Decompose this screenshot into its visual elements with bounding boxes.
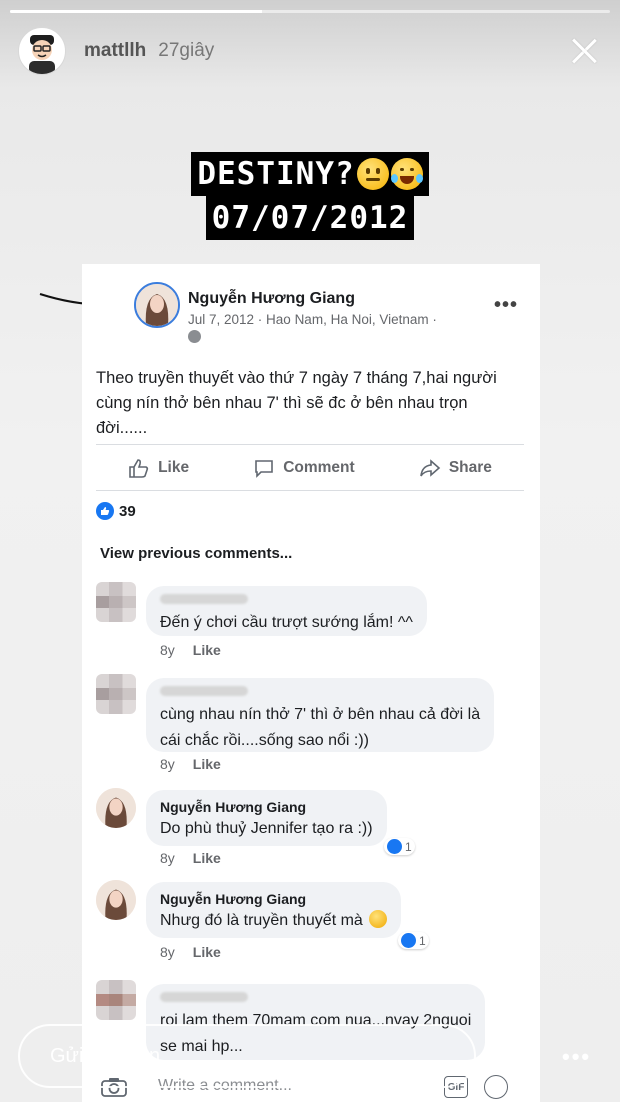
caption-line-1: DESTINY? (191, 152, 429, 196)
comment-age: 8y (160, 642, 175, 658)
blurred-commenter-name (160, 686, 248, 696)
comment-text: Do phù thuỷ Jennifer tạo ra :)) (160, 820, 373, 837)
like-reaction-icon (401, 933, 416, 948)
comment-reaction-badge[interactable]: 1 (384, 838, 415, 855)
comment-bubble-icon (255, 460, 274, 478)
comment-item: Đến ý chơi cầu trượt sướng lắm! ^^ 8y Lik… (96, 582, 532, 672)
post-actions: Like Comment Share (96, 448, 524, 488)
comment-meta: 8y Like (160, 850, 221, 866)
commenter-name[interactable]: Nguyễn Hương Giang (160, 890, 387, 908)
reaction-count: 39 (119, 502, 136, 520)
post-meta: Jul 7, 2012 · Hao Nam, Ha Noi, Vietnam · (188, 312, 437, 327)
like-button[interactable]: Like (128, 458, 189, 478)
like-reaction-icon (387, 839, 402, 854)
close-icon[interactable] (566, 33, 602, 69)
emoji-picker-icon[interactable] (484, 1075, 508, 1099)
comment-like-link[interactable]: Like (193, 944, 221, 960)
reaction-summary[interactable]: 39 (96, 502, 136, 520)
post-author-name[interactable]: Nguyễn Hương Giang (188, 290, 355, 308)
laughing-tears-emoji-icon (390, 158, 423, 190)
story-progress-fill (10, 10, 262, 13)
comment-meta: 8y Like (160, 756, 221, 772)
comment-text-line-1: cùng nhau nín thở 7' thì ở bên nhau cả đ… (160, 706, 481, 723)
user-avatar[interactable] (18, 27, 66, 75)
send-icon[interactable] (502, 1038, 540, 1076)
comment-reaction-badge[interactable]: 1 (398, 932, 429, 949)
comment-age: 8y (160, 756, 175, 772)
comment-age: 8y (160, 850, 175, 866)
comment-bubble: Nguyễn Hương Giang Nhưg đó là truyền thu… (146, 882, 402, 938)
blurred-commenter-avatar (96, 980, 136, 1020)
comment-like-link[interactable]: Like (193, 756, 221, 772)
commenter-avatar[interactable] (96, 788, 136, 828)
blurred-commenter-name (160, 594, 248, 604)
comment-like-link[interactable]: Like (193, 850, 221, 866)
facebook-post-screenshot: Nguyễn Hương Giang Jul 7, 2012 · Hao Nam… (82, 264, 540, 1102)
comment-button[interactable]: Comment (253, 458, 355, 478)
commenter-name[interactable]: Nguyễn Hương Giang (160, 798, 373, 816)
view-previous-comments-link[interactable]: View previous comments... (100, 545, 292, 562)
blurred-commenter-avatar (96, 582, 136, 622)
story-caption: DESTINY? 07/07/2012 (0, 152, 620, 240)
comment-label: Comment (283, 459, 355, 476)
comment-like-count: 1 (419, 933, 426, 948)
disappointed-face-emoji-icon (369, 910, 388, 928)
like-reaction-icon (96, 502, 114, 520)
comment-item: Nguyễn Hương Giang Nhưg đó là truyền thu… (96, 880, 532, 966)
woman-portrait-icon (96, 788, 136, 828)
more-icon[interactable]: ••• (562, 1044, 591, 1070)
more-options-icon[interactable]: ••• (494, 294, 518, 317)
story-username[interactable]: mattllh (84, 40, 146, 62)
post-header: Nguyễn Hương Giang Jul 7, 2012 · Hao Nam… (134, 282, 524, 346)
comment-like-link[interactable]: Like (193, 642, 221, 658)
blurred-commenter-avatar (96, 674, 136, 714)
comment-text: Nhưg đó là truyền thuyết mà (160, 908, 388, 934)
post-text: Theo truyền thuyết vào thứ 7 ngày 7 thán… (96, 369, 497, 437)
comment-text-line-2: cái chắc rồi....sống sao nổi :)) (160, 732, 369, 749)
woman-portrait-icon (136, 284, 178, 326)
comment-item: cùng nhau nín thở 7' thì ở bên nhau cả đ… (96, 674, 532, 784)
post-author-avatar[interactable] (134, 282, 180, 328)
comment-like-count: 1 (405, 839, 412, 854)
share-arrow-icon (420, 459, 441, 477)
story-timestamp: 27giây (158, 40, 215, 61)
comment-meta: 8y Like (160, 642, 221, 658)
commenter-avatar[interactable] (96, 880, 136, 920)
thumbs-up-icon (129, 459, 149, 478)
share-button[interactable]: Share (419, 458, 492, 478)
comment-bubble: Đến ý chơi cầu trượt sướng lắm! ^^ (146, 586, 427, 636)
story-reply-bar (18, 1024, 476, 1088)
divider (96, 444, 524, 445)
comment-text-content: Nhưg đó là truyền thuyết mà (160, 912, 363, 929)
comment-age: 8y (160, 944, 175, 960)
woman-portrait-icon (96, 880, 136, 920)
divider (96, 490, 524, 491)
like-label: Like (158, 459, 190, 476)
comment-bubble: Nguyễn Hương Giang Do phù thuỷ Jennifer … (146, 790, 387, 846)
share-label: Share (448, 459, 492, 476)
story-progress-bar (10, 10, 610, 13)
avatar-cartoon-icon (29, 35, 55, 74)
caption-title: DESTINY? (197, 156, 355, 192)
thinking-face-emoji-icon (356, 158, 389, 190)
comment-meta: 8y Like (160, 944, 221, 960)
message-input[interactable] (18, 1024, 476, 1088)
caption-date: 07/07/2012 (205, 196, 415, 240)
comment-bubble: cùng nhau nín thở 7' thì ở bên nhau cả đ… (146, 678, 495, 752)
comment-text: Đến ý chơi cầu trượt sướng lắm! ^^ (160, 614, 413, 631)
blurred-commenter-name (160, 992, 248, 1002)
comment-item: Nguyễn Hương Giang Do phù thuỷ Jennifer … (96, 788, 532, 874)
globe-icon (188, 330, 201, 343)
story-header: mattllh 27giây (18, 26, 602, 76)
